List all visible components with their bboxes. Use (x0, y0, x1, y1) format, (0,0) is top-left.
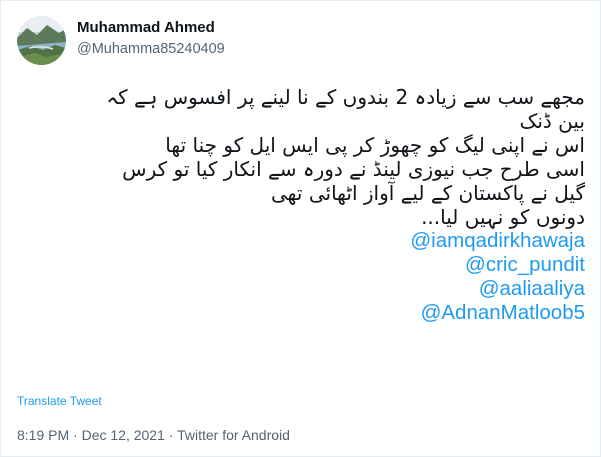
avatar-image (17, 16, 66, 65)
tweet-date[interactable]: Dec 12, 2021 (82, 427, 165, 443)
tweet-metadata: 8:19 PM · Dec 12, 2021 · Twitter for And… (17, 427, 290, 443)
landscape-avatar-icon[interactable] (17, 16, 66, 65)
mention-link-cric-pundit[interactable]: @cric_pundit (15, 253, 585, 277)
author-display-name[interactable]: Muhammad Ahmed (77, 19, 215, 36)
tweet-source[interactable]: Twitter for Android (177, 427, 290, 443)
mention-link-aaliaaliya[interactable]: @aaliaaliya (15, 277, 585, 301)
tweet-text-line: دونوں کو نہیں لیا... (421, 205, 585, 229)
translate-tweet-link[interactable]: Translate Tweet (17, 394, 102, 408)
tweet-text-line: اسی طرح جب نیوزی لینڈ نے دورہ سے انکار ک… (122, 157, 585, 181)
tweet-text-line: اس نے اپنی لیگ کو چھوڑ کر پی ایس ایل کو … (165, 133, 585, 157)
meta-separator: · (168, 427, 174, 443)
tweet-text-line: مجھے سب سے زیادہ 2 بندوں کے نا لینے پر ا… (106, 85, 585, 109)
mention-link-adnanmatloob5[interactable]: @AdnanMatloob5 (15, 301, 585, 325)
meta-separator: · (73, 427, 78, 443)
tweet-card: Muhammad Ahmed @Muhamma85240409 مجھے سب … (0, 0, 601, 457)
tweet-body: مجھے سب سے زیادہ 2 بندوں کے نا لینے پر ا… (15, 85, 585, 325)
tweet-text-line: بین ڈنک (519, 109, 585, 133)
mention-link-iamqadirkhawaja[interactable]: @iamqadirkhawaja (15, 229, 585, 253)
tweet-text-line: گیل نے پاکستان کے لیے آواز اٹھائی تھی (271, 181, 585, 205)
tweet-time[interactable]: 8:19 PM (17, 427, 69, 443)
author-handle[interactable]: @Muhamma85240409 (77, 41, 225, 57)
